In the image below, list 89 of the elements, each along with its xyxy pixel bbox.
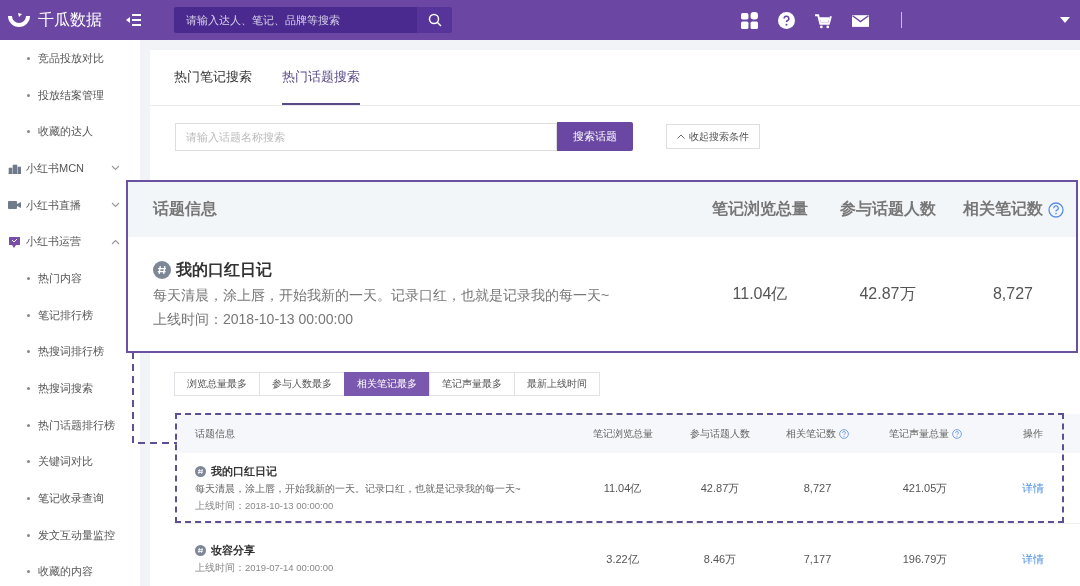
table-cell-text: 421.05万 <box>901 480 949 496</box>
video-camera-icon <box>8 199 21 212</box>
bullet-icon <box>27 56 30 60</box>
details-link[interactable]: 详情 <box>985 551 1080 567</box>
column-header: 参与话题人数 <box>839 199 936 219</box>
sidebar-item[interactable]: 笔记收录查询 <box>38 491 104 507</box>
chevron-up-icon <box>677 134 685 139</box>
help-icon[interactable] <box>1047 201 1064 218</box>
table-cell-text: 42.87万 <box>699 480 741 496</box>
column-header: 话题信息 <box>153 199 217 219</box>
bullet-icon <box>27 130 30 134</box>
table-cell-text: 3.22亿 <box>605 551 640 567</box>
tab[interactable]: 热门话题搜索 <box>282 50 360 105</box>
sidebar-group[interactable]: 小红书运营 <box>26 234 81 250</box>
bullet-icon <box>27 497 30 501</box>
online-time: 上线时间：2018-10-13 00:00:00 <box>195 499 335 513</box>
sidebar-item[interactable]: 热门内容 <box>38 270 82 286</box>
column-header: 笔记声量总量 <box>888 426 949 441</box>
bullet-icon <box>27 423 30 427</box>
chat-icon <box>8 235 21 248</box>
topic-search-field[interactable]: 请输入话题名称搜索 <box>175 122 557 151</box>
table-cell-text: 7,177 <box>802 553 833 565</box>
table-cell-text: 8.46万 <box>702 551 738 567</box>
building-icon <box>8 162 21 175</box>
topic-description: 每天清晨，涂上唇，开始我新的一天。记录口红，也就是记录我的每一天~ <box>195 482 522 496</box>
sidebar-group[interactable]: 小红书直播 <box>26 197 81 213</box>
sort-button[interactable]: 最新上线时间 <box>514 372 600 396</box>
online-time: 上线时间：2019-07-14 00:00:00 <box>195 562 335 575</box>
sidebar-item[interactable]: 发文互动量监控 <box>38 527 115 543</box>
bullet-icon <box>27 570 30 574</box>
sidebar-item[interactable]: 热搜词排行榜 <box>38 344 104 360</box>
table-cell-text: 11.04亿 <box>602 480 643 496</box>
sort-button[interactable]: 相关笔记最多 <box>344 372 430 396</box>
caret-icon[interactable] <box>1060 17 1070 23</box>
chevron-icon[interactable] <box>111 238 120 245</box>
sidebar-group[interactable]: 小红书MCN <box>26 160 85 176</box>
topic-title: 我的口红日记 <box>176 259 272 280</box>
sidebar-item[interactable]: 投放结案管理 <box>38 87 104 103</box>
sidebar-item[interactable]: 热门话题排行榜 <box>38 417 115 433</box>
column-header: 相关笔记数 <box>786 426 836 441</box>
search-icon <box>427 13 442 27</box>
topic-title[interactable]: 我的口红日记 <box>211 463 277 479</box>
grid-icon[interactable] <box>741 11 758 29</box>
sidebar-item[interactable]: 竞品投放对比 <box>38 50 104 66</box>
bullet-icon <box>27 313 30 317</box>
sort-button[interactable]: 参与人数最多 <box>259 372 345 396</box>
table-cell-text: 42.87万 <box>858 283 917 304</box>
bullet-icon <box>27 533 30 537</box>
cart-icon[interactable] <box>815 11 832 29</box>
hash-icon <box>195 545 206 556</box>
table-cell-text: 196.79万 <box>901 551 949 567</box>
bullet-icon <box>27 350 30 354</box>
sidebar-item[interactable]: 关键词对比 <box>38 454 93 470</box>
chevron-icon[interactable] <box>111 165 120 172</box>
search-button[interactable] <box>417 7 452 33</box>
column-header: 参与话题人数 <box>690 426 750 441</box>
collapse-button[interactable]: 收起搜索条件 <box>666 124 760 149</box>
column-header: 相关笔记数 <box>962 199 1043 219</box>
sort-button[interactable]: 浏览总量最多 <box>174 372 260 396</box>
chevron-icon[interactable] <box>111 202 120 209</box>
sort-button[interactable]: 笔记声量最多 <box>429 372 515 396</box>
topic-title[interactable]: 妆容分享 <box>211 543 255 558</box>
search-topic-button[interactable]: 搜索话题 <box>557 122 633 151</box>
help-icon[interactable] <box>778 11 795 29</box>
column-header: 操作 <box>1022 426 1043 441</box>
hash-icon <box>195 465 206 477</box>
table-cell-text: 8,727 <box>991 285 1034 303</box>
brand-name: 千瓜数据 <box>38 9 102 30</box>
sidebar-item[interactable]: 收藏的达人 <box>38 124 93 140</box>
table-cell-text: 8,727 <box>802 482 833 494</box>
hash-icon <box>153 261 171 279</box>
logo-icon <box>8 12 30 28</box>
online-time: 上线时间：2018-10-13 00:00:00 <box>153 310 354 329</box>
sidebar-item[interactable]: 收藏的内容 <box>38 564 93 580</box>
bullet-icon <box>27 276 30 280</box>
column-header: 笔记浏览总量 <box>592 426 653 441</box>
details-link[interactable]: 详情 <box>985 480 1080 496</box>
bullet-icon <box>27 93 30 97</box>
column-header: 话题信息 <box>195 426 235 441</box>
sidebar-item[interactable]: 热搜词搜索 <box>38 381 93 397</box>
bullet-icon <box>27 387 30 391</box>
bullet-icon <box>27 460 30 464</box>
table-cell-text: 11.04亿 <box>731 283 789 304</box>
topic-description: 每天清晨，涂上唇，开始我新的一天。记录口红，也就是记录我的每一天~ <box>153 286 611 305</box>
column-header: 笔记浏览总量 <box>712 199 808 219</box>
tab[interactable]: 热门笔记搜索 <box>174 50 252 105</box>
sidebar-item[interactable]: 笔记排行榜 <box>38 307 93 323</box>
search-field[interactable]: 请输入达人、笔记、品牌等搜索 <box>174 7 417 33</box>
menu-icon[interactable] <box>126 13 142 27</box>
